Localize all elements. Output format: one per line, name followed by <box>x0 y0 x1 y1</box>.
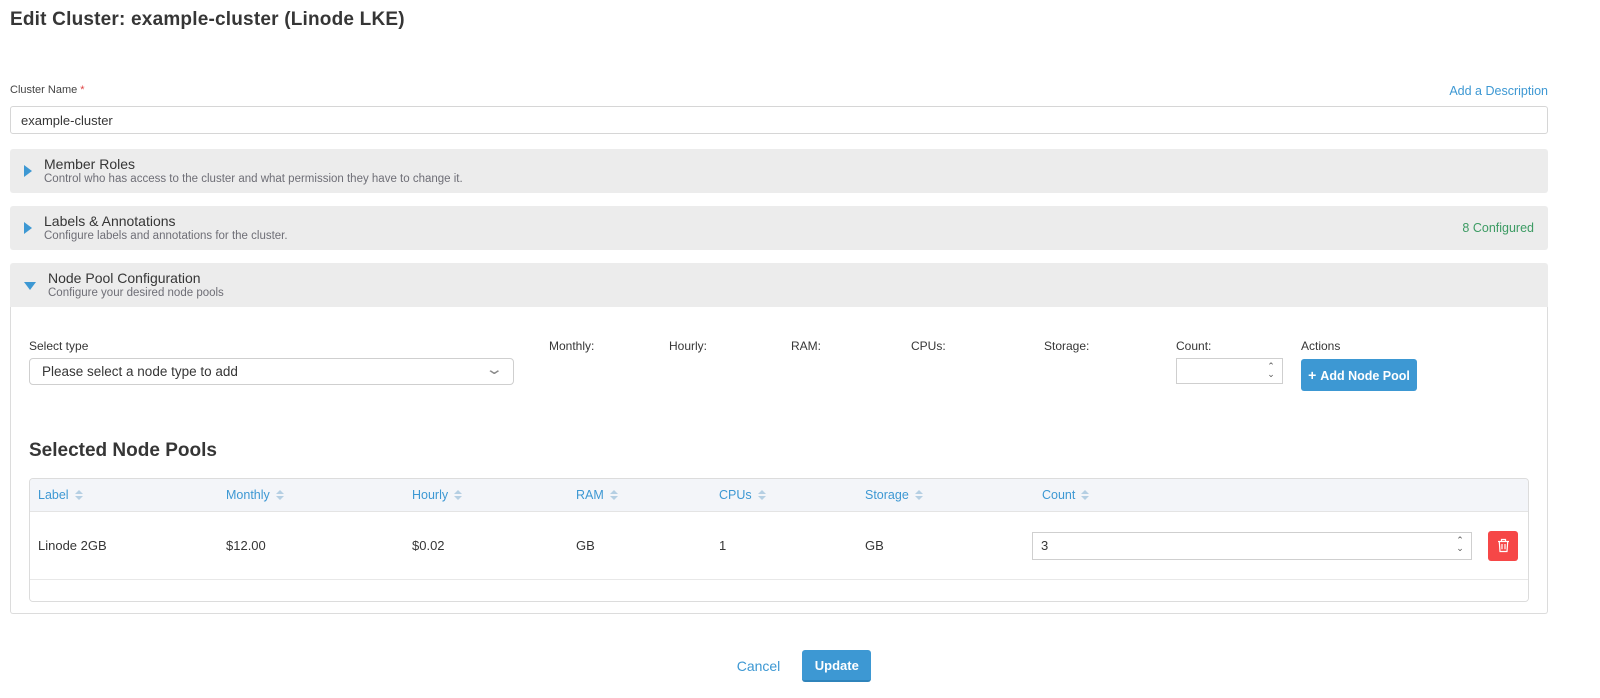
accordion-subtitle: Configure your desired node pools <box>48 287 1534 300</box>
delete-node-pool-button[interactable] <box>1488 531 1518 561</box>
collapse-arrow-icon <box>24 282 36 290</box>
accordion-title: Labels & Annotations <box>44 213 1462 229</box>
monthly-label: Monthly: <box>549 339 669 358</box>
row-count-input[interactable] <box>1033 533 1471 559</box>
cell-count: ⌃ ⌄ <box>1034 532 1482 560</box>
stepper-down-icon[interactable]: ⌄ <box>1267 370 1275 378</box>
accordion-labels-annotations[interactable]: Labels & Annotations Configure labels an… <box>10 206 1548 250</box>
column-header-ram[interactable]: RAM <box>568 488 711 502</box>
column-header-cpus[interactable]: CPUs <box>711 488 857 502</box>
column-header-label[interactable]: Label <box>30 488 218 502</box>
accordion-title: Node Pool Configuration <box>48 270 1534 286</box>
accordion-subtitle: Control who has access to the cluster an… <box>44 173 1534 186</box>
page-title: Edit Cluster: example-cluster (Linode LK… <box>10 0 1548 31</box>
sort-icon <box>758 490 766 500</box>
select-type-label: Select type <box>29 339 514 358</box>
chevron-down-icon: ⌄ <box>485 365 504 375</box>
cell-ram: GB <box>568 538 711 553</box>
cluster-name-input[interactable] <box>10 106 1548 134</box>
cell-monthly: $12.00 <box>218 538 404 553</box>
expand-arrow-icon <box>24 222 32 234</box>
trash-icon <box>1497 538 1510 553</box>
sort-icon <box>454 490 462 500</box>
cpus-label: CPUs: <box>911 339 1044 358</box>
column-header-count[interactable]: Count <box>1034 488 1482 502</box>
sort-icon <box>75 490 83 500</box>
sort-icon <box>276 490 284 500</box>
actions-label: Actions <box>1301 339 1417 358</box>
count-label: Count: <box>1176 339 1301 358</box>
configured-count-badge: 8 Configured <box>1462 221 1534 235</box>
update-button[interactable]: Update <box>802 650 871 682</box>
column-header-hourly[interactable]: Hourly <box>404 488 568 502</box>
column-header-monthly[interactable]: Monthly <box>218 488 404 502</box>
node-type-select-value: Please select a node type to add <box>42 364 238 379</box>
column-header-storage[interactable]: Storage <box>857 488 1034 502</box>
ram-label: RAM: <box>791 339 911 358</box>
cluster-name-label: Cluster Name* <box>10 80 85 98</box>
add-node-pool-button[interactable]: +Add Node Pool <box>1301 359 1417 391</box>
accordion-member-roles[interactable]: Member Roles Control who has access to t… <box>10 149 1548 193</box>
storage-label: Storage: <box>1044 339 1176 358</box>
count-input-wrap: ⌃ ⌄ <box>1176 358 1283 384</box>
plus-icon: + <box>1308 367 1316 383</box>
selected-node-pools-heading: Selected Node Pools <box>29 440 1529 462</box>
selected-node-pools-table: Label Monthly Hourly RAM CPUs <box>29 478 1529 602</box>
sort-icon <box>915 490 923 500</box>
accordion-title: Member Roles <box>44 156 1534 172</box>
table-footer <box>30 580 1528 601</box>
sort-icon <box>610 490 618 500</box>
accordion-node-pool-configuration[interactable]: Node Pool Configuration Configure your d… <box>10 263 1548 307</box>
node-pool-row: Linode 2GB $12.00 $0.02 GB 1 GB ⌃ ⌄ <box>30 512 1528 580</box>
cell-cpus: 1 <box>711 538 857 553</box>
add-description-link[interactable]: Add a Description <box>1449 84 1548 98</box>
cell-hourly: $0.02 <box>404 538 568 553</box>
cluster-name-label-row: Cluster Name* Add a Description <box>10 80 1548 98</box>
number-stepper[interactable]: ⌃ ⌄ <box>1264 362 1278 378</box>
row-count-input-wrap: ⌃ ⌄ <box>1032 532 1472 560</box>
cancel-button[interactable]: Cancel <box>737 658 781 674</box>
node-pool-configuration-panel: Select type Please select a node type to… <box>10 307 1548 614</box>
table-header-row: Label Monthly Hourly RAM CPUs <box>30 479 1528 512</box>
required-asterisk: * <box>80 84 84 96</box>
form-footer: Cancel Update <box>10 650 1548 682</box>
accordion-subtitle: Configure labels and annotations for the… <box>44 230 1462 243</box>
add-node-pool-form: Select type Please select a node type to… <box>29 339 1529 391</box>
number-stepper[interactable]: ⌃ ⌄ <box>1453 536 1467 552</box>
stepper-down-icon[interactable]: ⌄ <box>1456 544 1464 552</box>
cell-label: Linode 2GB <box>30 538 218 553</box>
node-type-select[interactable]: Please select a node type to add ⌄ <box>29 358 514 385</box>
hourly-label: Hourly: <box>669 339 791 358</box>
edit-cluster-page: Edit Cluster: example-cluster (Linode LK… <box>10 0 1548 682</box>
cell-storage: GB <box>857 538 1034 553</box>
sort-icon <box>1081 490 1089 500</box>
expand-arrow-icon <box>24 165 32 177</box>
